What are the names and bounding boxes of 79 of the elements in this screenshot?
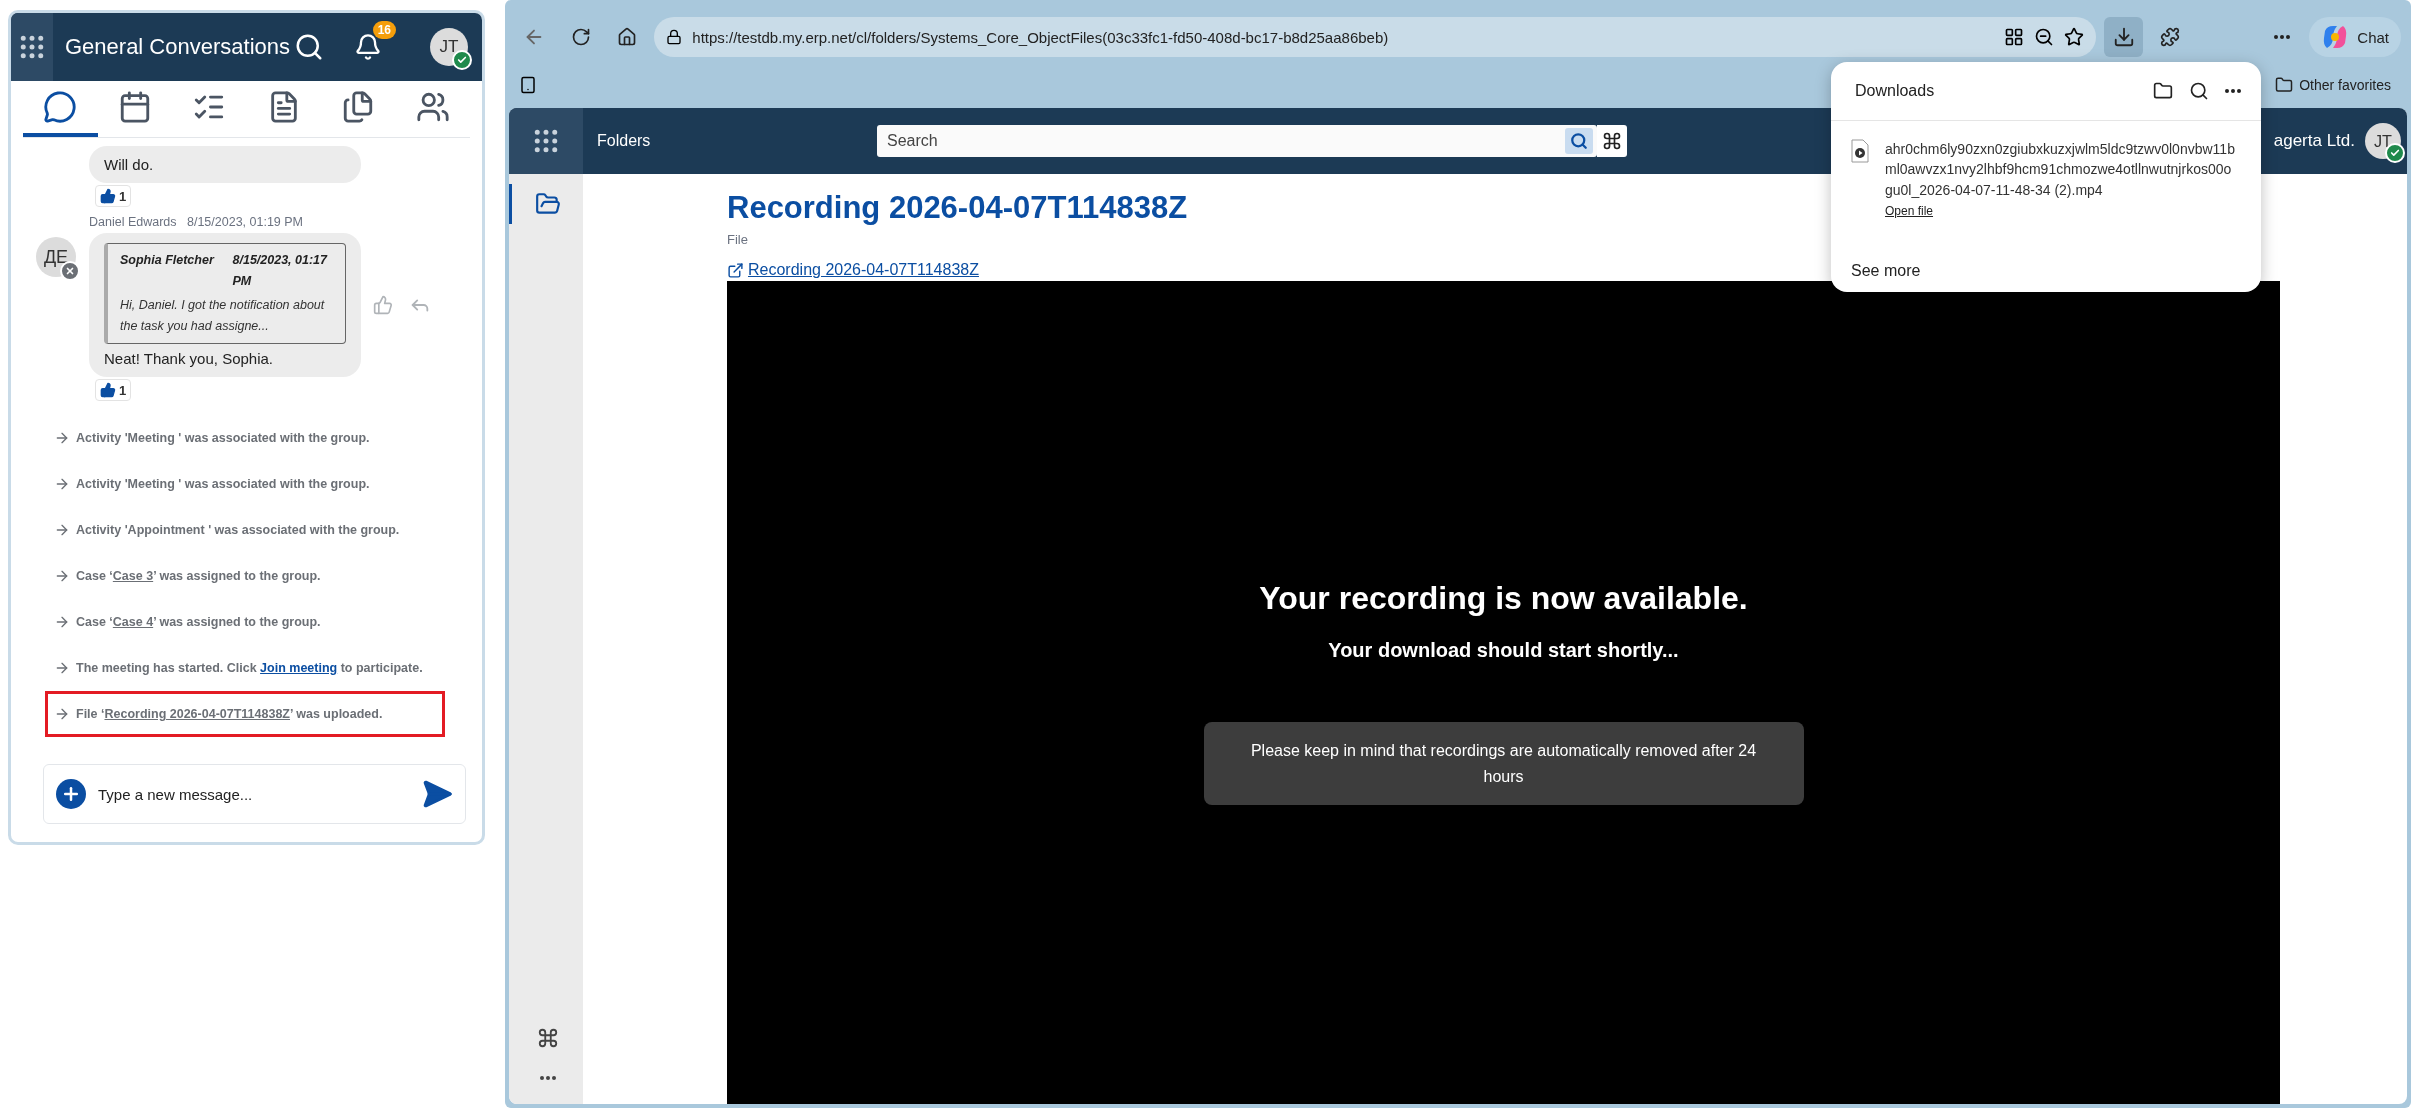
arrow-icon — [54, 568, 70, 584]
search-input[interactable]: Search — [885, 131, 1565, 151]
message-meta: Daniel Edwards 8/15/2023, 01:19 PM — [89, 215, 304, 229]
downloads-button[interactable] — [2104, 17, 2143, 57]
search-field[interactable]: Search — [877, 125, 1597, 157]
chat-button[interactable]: Chat — [2309, 17, 2402, 57]
other-favorites-button[interactable]: Other favorites — [2269, 75, 2397, 95]
more-icon — [539, 1076, 556, 1080]
join-meeting-link[interactable]: Join meeting — [260, 661, 338, 675]
panel-title: General Conversations — [65, 34, 290, 60]
page-subtitle: File — [727, 232, 748, 247]
video-subheading: Your download should start shortly... — [1328, 638, 1679, 662]
tab-icon[interactable] — [519, 76, 537, 94]
url-text: https://testdb.my.erp.net/cl/folders/Systems_Core_ObjectFiles(03c33fc1-fd50-408d-bc17-b8d25aa86beb) — [692, 28, 1390, 46]
event-text: Activity 'Appointment ' was associated with the group. — [76, 522, 400, 539]
split-screen-icon[interactable] — [2004, 27, 2025, 47]
people-icon — [415, 90, 450, 124]
send-button[interactable] — [421, 778, 453, 810]
bell-icon — [354, 33, 382, 61]
arrow-icon — [54, 614, 70, 630]
event-text: The meeting has started. Click Join meeting to participate. — [76, 660, 423, 677]
apps-button[interactable] — [11, 13, 53, 81]
search-button[interactable] — [1565, 128, 1593, 154]
file-name: ahr0chm6ly90zxn0zgiubxkuzxjwlm5ldc9tzwv0l0nvbw11bml0awvzx1nvy2lhbf9hcm91chmozwe4otllnwutnjrkos00ogu0l_2026-04-07-11-48-34 (2).mp4 — [1885, 140, 2235, 200]
lock-icon — [666, 29, 683, 45]
quote-author: Sophia Fletcher — [120, 252, 216, 269]
quote-time: 8/15/2023, 01:17 PM — [232, 252, 329, 291]
search-icon — [2189, 81, 2209, 101]
message-text: Will do. — [104, 156, 155, 173]
arrow-icon — [54, 522, 70, 538]
event-text: Activity 'Meeting ' was associated with the group. — [76, 476, 370, 493]
command-button[interactable] — [1597, 125, 1627, 157]
favorite-star-icon[interactable] — [2064, 27, 2085, 47]
company-name: agerta Ltd. — [2273, 131, 2355, 151]
plus-icon — [61, 784, 81, 804]
arrow-icon — [54, 660, 70, 676]
see-more-link[interactable]: See more — [1851, 262, 1921, 280]
page-title: Recording 2026-04-07T114838Z — [727, 190, 1188, 226]
search-icon — [294, 32, 324, 62]
event-text: Activity 'Meeting ' was associated with the group. — [76, 430, 370, 447]
folder-icon — [534, 191, 561, 217]
thumbs-up-icon — [100, 382, 116, 398]
arrow-icon — [54, 706, 70, 722]
file-link[interactable]: Recording 2026-04-07T114838Z — [727, 261, 979, 279]
download-icon — [2112, 26, 2135, 48]
home-icon — [617, 27, 638, 47]
author-avatar: ДЕ — [36, 237, 76, 277]
refresh-icon — [570, 27, 591, 47]
event-text: Case ‘Case 4’ was assigned to the group. — [76, 614, 321, 631]
command-icon — [1602, 131, 1622, 151]
folder-icon — [2275, 76, 2294, 94]
reaction-chip[interactable]: 1 — [95, 185, 132, 207]
reaction-chip[interactable]: 1 — [95, 379, 132, 401]
video-file-icon — [1851, 139, 1869, 163]
more-icon — [2225, 89, 2241, 93]
apps-button[interactable] — [509, 108, 583, 174]
notification-count: 16 — [372, 21, 396, 39]
open-file-link[interactable]: Open file — [1885, 203, 1934, 218]
event-text: Case ‘Case 3’ was assigned to the group. — [76, 568, 321, 585]
event-link[interactable]: Recording 2026-04-07T114838Z — [104, 707, 290, 721]
chat-icon — [43, 90, 78, 124]
notice-text: Please keep in mind that recordings are automatically removed after 24 hours — [1203, 721, 1804, 806]
zoom-out-icon[interactable] — [2034, 27, 2055, 47]
quote-text: Hi, Daniel. I got the notification about the task you had assigne... — [120, 296, 326, 335]
section-title: Folders — [597, 132, 652, 150]
add-button[interactable] — [56, 779, 86, 809]
popup-title: Downloads — [1855, 82, 1936, 100]
search-icon — [1570, 132, 1588, 150]
event-text: File ‘Recording 2026-04-07T114838Z’ was uploaded. — [76, 706, 383, 723]
message-text: Neat! Thank you, Sophia. — [104, 350, 274, 367]
thumbs-up-icon — [100, 188, 116, 204]
folder-icon — [2153, 81, 2173, 101]
video-heading: Your recording is now available. — [1259, 579, 1748, 617]
thumbs-up-icon — [373, 295, 393, 315]
puzzle-icon — [2160, 27, 2181, 47]
command-icon — [536, 1027, 559, 1049]
address-bar[interactable]: https://testdb.my.erp.net/cl/folders/Systems_Core_ObjectFiles(03c33fc1-fd50-408d-bc17-b8d25aa86beb) — [654, 17, 2097, 57]
external-link-icon — [727, 261, 744, 279]
more-icon — [2274, 35, 2291, 39]
